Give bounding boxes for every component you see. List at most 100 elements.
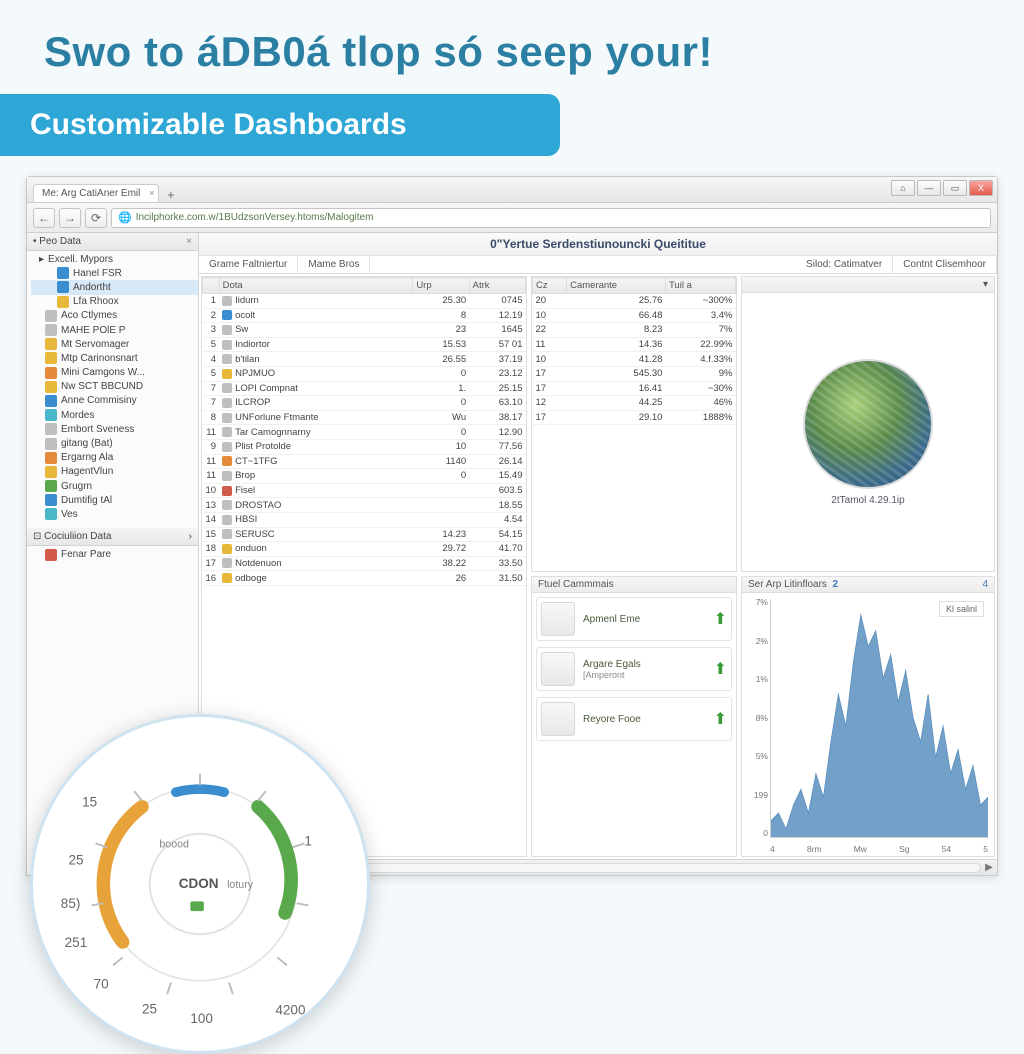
sidebar-item-label: Hanel FSR <box>73 268 122 279</box>
table-row[interactable]: 1041.284.f.33% <box>533 352 736 367</box>
table-row[interactable]: 1066.483.4% <box>533 308 736 323</box>
sidebar-item[interactable]: Lfa Rhoox <box>31 295 198 309</box>
reload-button[interactable]: ⟳ <box>85 208 107 228</box>
folder-icon <box>57 296 69 308</box>
table-row[interactable]: 10Fisel603.5 <box>203 483 526 498</box>
home-button[interactable]: ⌂ <box>891 180 915 196</box>
metric-card[interactable]: Apmenl Eme⬆ <box>536 597 732 641</box>
back-button[interactable]: ← <box>33 208 55 228</box>
table-row[interactable]: 2025.76~300% <box>533 294 736 309</box>
minimize-button[interactable]: — <box>917 180 941 196</box>
url-field[interactable]: 🌐 Incilphorke.com.w/1BUdzsonVersey.htoms… <box>111 208 991 228</box>
tree-group[interactable]: ▸ Excell. Mypors <box>31 253 198 266</box>
table-row[interactable]: 13DROSTAO18.55 <box>203 498 526 513</box>
table-row[interactable]: 1244.2546% <box>533 396 736 411</box>
pane-menu-icon[interactable]: ▾ <box>983 279 988 290</box>
table-row[interactable]: 1Iidurn25.300745 <box>203 294 526 309</box>
folder-icon <box>45 466 57 478</box>
close-icon[interactable]: × <box>186 236 192 247</box>
sidebar-item[interactable]: gitang (Bat) <box>31 436 198 450</box>
new-tab-button[interactable]: + <box>161 188 180 202</box>
sidebar-item[interactable]: Mt Servomager <box>31 337 198 351</box>
sidebar-item[interactable]: Andortht <box>31 280 198 294</box>
table-row[interactable]: 1114.3622.99% <box>533 337 736 352</box>
subtab[interactable]: Grame Faltniertur <box>199 256 298 273</box>
subtab[interactable]: Contnt Clisemhoor <box>893 256 997 273</box>
table-row[interactable]: 9Plist Protolde1077.56 <box>203 439 526 454</box>
col-header[interactable]: Cz <box>533 278 567 294</box>
forward-button[interactable]: → <box>59 208 81 228</box>
table-row[interactable]: 7LOPI Compnat1.25.15 <box>203 381 526 396</box>
svg-text:85): 85) <box>61 896 81 911</box>
sidebar-item-label: Nw SCT BBCUND <box>61 381 143 392</box>
table-row[interactable]: 14HBSI4.54 <box>203 512 526 527</box>
table-row[interactable]: 8UNForlune FtmanteWu38.17 <box>203 410 526 425</box>
table-row[interactable]: 3Sw231645 <box>203 323 526 338</box>
col-header[interactable]: Tuil a <box>665 278 735 294</box>
sidebar-item[interactable]: Anne Commisiny <box>31 394 198 408</box>
sidebar-item-label: Ergarng Ala <box>61 452 113 463</box>
subtab[interactable]: Silod: Catimatver <box>796 256 893 273</box>
sidebar-item[interactable]: Hanel FSR <box>31 266 198 280</box>
page-headline: Swo to áDB0á tlop só seep your! <box>0 0 1024 94</box>
sidebar-item[interactable]: Mordes <box>31 408 198 422</box>
sidebar-item[interactable]: MAHE POlE P <box>31 323 198 337</box>
table-row[interactable]: 4b'tilan26.5537.19 <box>203 352 526 367</box>
metric-card[interactable]: Argare Egals[Amperont⬆ <box>536 647 732 691</box>
table-row[interactable]: 17545.309% <box>533 366 736 381</box>
subtab[interactable]: Mame Bros <box>298 256 370 273</box>
section-banner: Customizable Dashboards <box>0 94 560 156</box>
sidebar-item-label: Grugrn <box>61 481 92 492</box>
folder-icon <box>57 267 69 279</box>
table-row[interactable]: 15SERUSC14.2354.15 <box>203 527 526 542</box>
browser-tab[interactable]: Me: Arg CatiAner Emil × <box>33 184 159 202</box>
sidebar-item[interactable]: Dumtifig tAl <box>31 493 198 507</box>
sidebar-item[interactable]: Embort Sveness <box>31 422 198 436</box>
scroll-right-icon[interactable]: ▶ <box>981 862 997 873</box>
sidebar-item[interactable]: Nw SCT BBCUND <box>31 380 198 394</box>
col-header[interactable]: Urp <box>413 278 469 294</box>
table-row[interactable]: 11CT~1TFG114026.14 <box>203 454 526 469</box>
col-header[interactable]: Dota <box>219 278 413 294</box>
table-row[interactable]: 5NPJMUO023.12 <box>203 366 526 381</box>
sidebar-item[interactable]: HagentVlun <box>31 465 198 479</box>
arrow-up-icon: ⬆ <box>714 709 727 729</box>
sidebar-item[interactable]: Mini Camgons W... <box>31 366 198 380</box>
tab-title: Me: Arg CatiAner Emil <box>42 188 140 199</box>
maximize-button[interactable]: ▭ <box>943 180 967 196</box>
sidebar-item[interactable]: Mtp Carinonsnart <box>31 351 198 365</box>
gauge-overlay: CDON lotury 15 25 85) 251 70 25 100 1 42… <box>30 714 370 1054</box>
table-row[interactable]: 5Indiortor15.5357 01 <box>203 337 526 352</box>
sidebar-item[interactable]: Ergarng Ala <box>31 451 198 465</box>
table-row[interactable]: 1716.41~30% <box>533 381 736 396</box>
table-row[interactable]: 11Brop015.49 <box>203 469 526 484</box>
sidebar-panel2-header[interactable]: ⊡ Cociuliion Data › <box>27 528 198 546</box>
table-row[interactable]: 11Tar Camognnarny012.90 <box>203 425 526 440</box>
table-row[interactable]: 17Notdenuon38.2233.50 <box>203 556 526 571</box>
svg-text:boood: boood <box>159 838 189 850</box>
col-header[interactable]: Camerante <box>567 278 666 294</box>
table-row[interactable]: 18onduon29.7241.70 <box>203 542 526 557</box>
sidebar-panel-header[interactable]: • Peo Data × <box>27 233 198 251</box>
chart-y-axis: 7%2%1%8%5%1990 <box>744 597 768 838</box>
table-row[interactable]: 16odboge2631.50 <box>203 571 526 586</box>
table-row[interactable]: 1729.101888% <box>533 410 736 425</box>
globe-visual[interactable] <box>803 359 933 489</box>
metric-card[interactable]: Reyore Fooe⬆ <box>536 697 732 741</box>
sidebar-item[interactable]: Ves <box>31 507 198 521</box>
close-button[interactable]: X <box>969 180 993 196</box>
pane-header: Ser Arp Litinfloars 2 4 <box>742 577 994 593</box>
arrow-up-icon: ⬆ <box>714 659 727 679</box>
table-row[interactable]: 2ocolt812.19 <box>203 308 526 323</box>
table-row[interactable]: 7ILCROP063.10 <box>203 396 526 411</box>
table-row[interactable]: 228.237% <box>533 323 736 338</box>
sidebar-item[interactable]: Grugrn <box>31 479 198 493</box>
folder-icon <box>45 338 57 350</box>
col-header[interactable]: Atrk <box>469 278 525 294</box>
sidebar-item[interactable]: Aco Ctlymes <box>31 309 198 323</box>
sidebar-item[interactable]: Fenar Pare <box>31 548 198 562</box>
chart-plot[interactable] <box>770 599 988 838</box>
tab-close-icon[interactable]: × <box>149 188 154 198</box>
sidebar-item-label: Lfa Rhoox <box>73 296 119 307</box>
sidebar-panel2-title: Cociuliion Data <box>44 531 111 542</box>
